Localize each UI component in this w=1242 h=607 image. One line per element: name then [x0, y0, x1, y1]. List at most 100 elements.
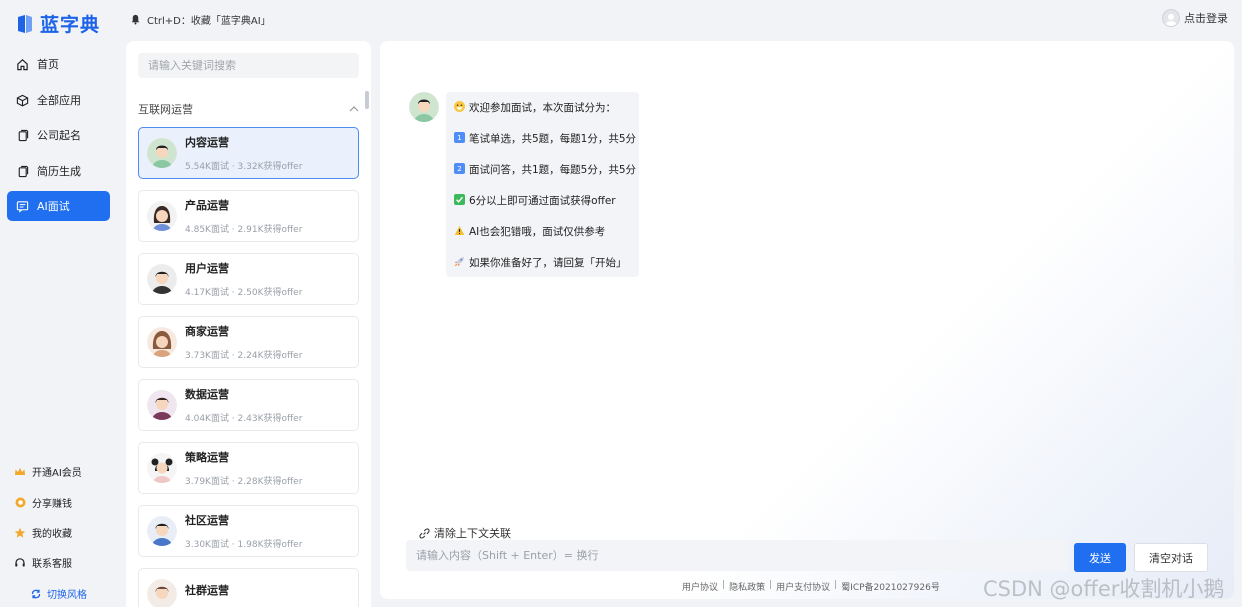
card-title: 社区运营 [185, 514, 229, 527]
scrollbar[interactable] [365, 91, 369, 109]
message-text: 笔试单选，共5题，每题1分，共5分 [469, 133, 637, 145]
footer-link-privacy[interactable]: 隐私政策 [729, 580, 765, 593]
message-bubble: 欢迎参加面试，本次面试分为： 1 笔试单选，共5题，每题1分，共5分 2 面试问… [446, 92, 639, 277]
footer-link-payment-agreement[interactable]: 用户支付协议 [776, 580, 830, 593]
login-label: 点击登录 [1184, 12, 1228, 25]
sidebar-item-label: 分享赚钱 [32, 499, 72, 510]
avatar [147, 327, 177, 357]
book-logo-icon [18, 14, 32, 33]
top-bar: 蓝字典 Ctrl+D：收藏「蓝字典AI」 点击登录 [0, 0, 1242, 38]
cube-icon [16, 94, 29, 107]
clear-context-button[interactable]: 清除上下文关联 [419, 525, 511, 541]
avatar [147, 516, 177, 546]
logo[interactable]: 蓝字典 [16, 10, 100, 37]
footer-separator: | [769, 580, 773, 590]
footer-link-user-agreement[interactable]: 用户协议 [682, 580, 718, 593]
search-input[interactable] [138, 53, 359, 78]
warning-emoji-icon [454, 225, 465, 236]
card-title: 商家运营 [185, 325, 229, 338]
message-line: 欢迎参加面试，本次面试分为： [454, 100, 639, 131]
logo-text: 蓝字典 [40, 14, 101, 36]
sidebar-item-resume[interactable]: 简历生成 [7, 156, 110, 186]
card-stats: 3.30K面试 · 1.98K获得offer [185, 540, 303, 550]
footer-separator: | [722, 580, 726, 590]
sidebar: 首页 全部应用 公司起名 简历生成 AI面试 开通AI会员 分享赚钱 我的收藏 [0, 40, 118, 607]
list-item[interactable]: 产品运营 4.85K面试 · 2.91K获得offer [138, 190, 359, 242]
switch-icon [31, 589, 41, 598]
sidebar-item-label: 首页 [37, 58, 59, 71]
avatar [147, 390, 177, 420]
footer-icp[interactable]: 蜀ICP备2021027926号 [841, 580, 940, 593]
link-icon [419, 527, 430, 539]
message-text: 面试问答，共1题，每题5分，共5分 [469, 164, 637, 176]
message-text: 欢迎参加面试，本次面试分为： [469, 102, 616, 114]
sidebar-item-home[interactable]: 首页 [7, 49, 110, 79]
sidebar-item-label: 全部应用 [37, 94, 81, 107]
list-item[interactable]: 内容运营 5.54K面试 · 3.32K获得offer [138, 127, 359, 179]
interview-list-panel: 互联网运营 内容运营 5.54K面试 · 3.32K获得offer 产品运营 4… [126, 41, 371, 607]
list-item[interactable]: 社区运营 3.30K面试 · 1.98K获得offer [138, 505, 359, 557]
list-item[interactable]: 商家运营 3.73K面试 · 2.24K获得offer [138, 316, 359, 368]
sidebar-item-support[interactable]: 联系客服 [14, 555, 72, 570]
sidebar-item-share[interactable]: 分享赚钱 [14, 495, 72, 510]
message-line: 6分以上即可通过面试获得offer [454, 193, 639, 224]
interviewer-avatar [409, 92, 439, 122]
chevron-up-icon [349, 106, 359, 112]
card-stats: 4.04K面试 · 2.43K获得offer [185, 414, 303, 424]
card-title: 数据运营 [185, 388, 229, 401]
copy-icon [18, 165, 29, 177]
sidebar-item-vip[interactable]: 开通AI会员 [14, 464, 82, 479]
switch-style-button[interactable]: 切换风格 [30, 586, 87, 601]
copy-icon [18, 129, 29, 141]
footer: 用户协议 | 隐私政策 | 用户支付协议 | 蜀ICP备2021027926号 [682, 580, 940, 593]
bookmark-notice: Ctrl+D：收藏「蓝字典AI」 [130, 12, 271, 27]
footer-separator: | [834, 580, 838, 590]
sidebar-item-label: 公司起名 [37, 129, 81, 142]
keycap-1-emoji-icon: 1 [454, 132, 465, 143]
coin-icon [14, 497, 26, 509]
sidebar-item-favorites[interactable]: 我的收藏 [14, 525, 72, 540]
message-text: 如果你准备好了，请回复「开始」 [469, 257, 627, 269]
list-item[interactable]: 用户运营 4.17K面试 · 2.50K获得offer [138, 253, 359, 305]
chat-icon [16, 200, 29, 213]
message-line: 2 面试问答，共1题，每题5分，共5分 [454, 162, 639, 193]
message-line: 1 笔试单选，共5题，每题1分，共5分 [454, 131, 639, 162]
avatar [147, 264, 177, 294]
avatar [147, 201, 177, 231]
avatar [147, 453, 177, 483]
list-item[interactable]: 数据运营 4.04K面试 · 2.43K获得offer [138, 379, 359, 431]
bell-icon [131, 14, 140, 25]
sidebar-item-ai-interview[interactable]: AI面试 [7, 191, 110, 221]
home-icon [17, 58, 28, 70]
crown-icon [14, 466, 26, 478]
category-label: 互联网运营 [138, 103, 193, 116]
card-stats: 5.54K面试 · 3.32K获得offer [185, 162, 303, 172]
sidebar-item-all-apps[interactable]: 全部应用 [7, 85, 110, 115]
card-title: 内容运营 [185, 136, 229, 149]
message-input[interactable] [406, 540, 1068, 571]
login-button[interactable]: 点击登录 [1162, 9, 1228, 27]
list-item[interactable]: 策略运营 3.79K面试 · 2.28K获得offer [138, 442, 359, 494]
card-title: 产品运营 [185, 199, 229, 212]
clear-context-label: 清除上下文关联 [434, 527, 511, 540]
clear-conversation-button[interactable]: 清空对话 [1134, 543, 1208, 572]
card-title: 用户运营 [185, 262, 229, 275]
list-item[interactable]: 社群运营 [138, 568, 359, 607]
avatar [147, 579, 177, 607]
card-title: 社群运营 [185, 583, 229, 597]
message-text: AI也会犯错哦，面试仅供参考 [469, 226, 606, 238]
headset-icon [14, 557, 26, 569]
sidebar-item-label: 我的收藏 [32, 529, 72, 540]
category-header[interactable]: 互联网运营 [138, 101, 359, 117]
card-stats: 3.79K面试 · 2.28K获得offer [185, 477, 303, 487]
sidebar-item-label: 简历生成 [37, 165, 81, 178]
sidebar-item-company-naming[interactable]: 公司起名 [7, 120, 110, 150]
sidebar-item-label: 开通AI会员 [32, 468, 82, 479]
watermark: CSDN @offer收割机小鹅 [983, 577, 1225, 601]
card-title: 策略运营 [185, 451, 229, 464]
send-button[interactable]: 发送 [1074, 543, 1126, 572]
rocket-emoji-icon [454, 256, 465, 267]
avatar [147, 138, 177, 168]
notice-text: Ctrl+D：收藏「蓝字典AI」 [147, 16, 271, 27]
keycap-2-emoji-icon: 2 [454, 163, 465, 174]
